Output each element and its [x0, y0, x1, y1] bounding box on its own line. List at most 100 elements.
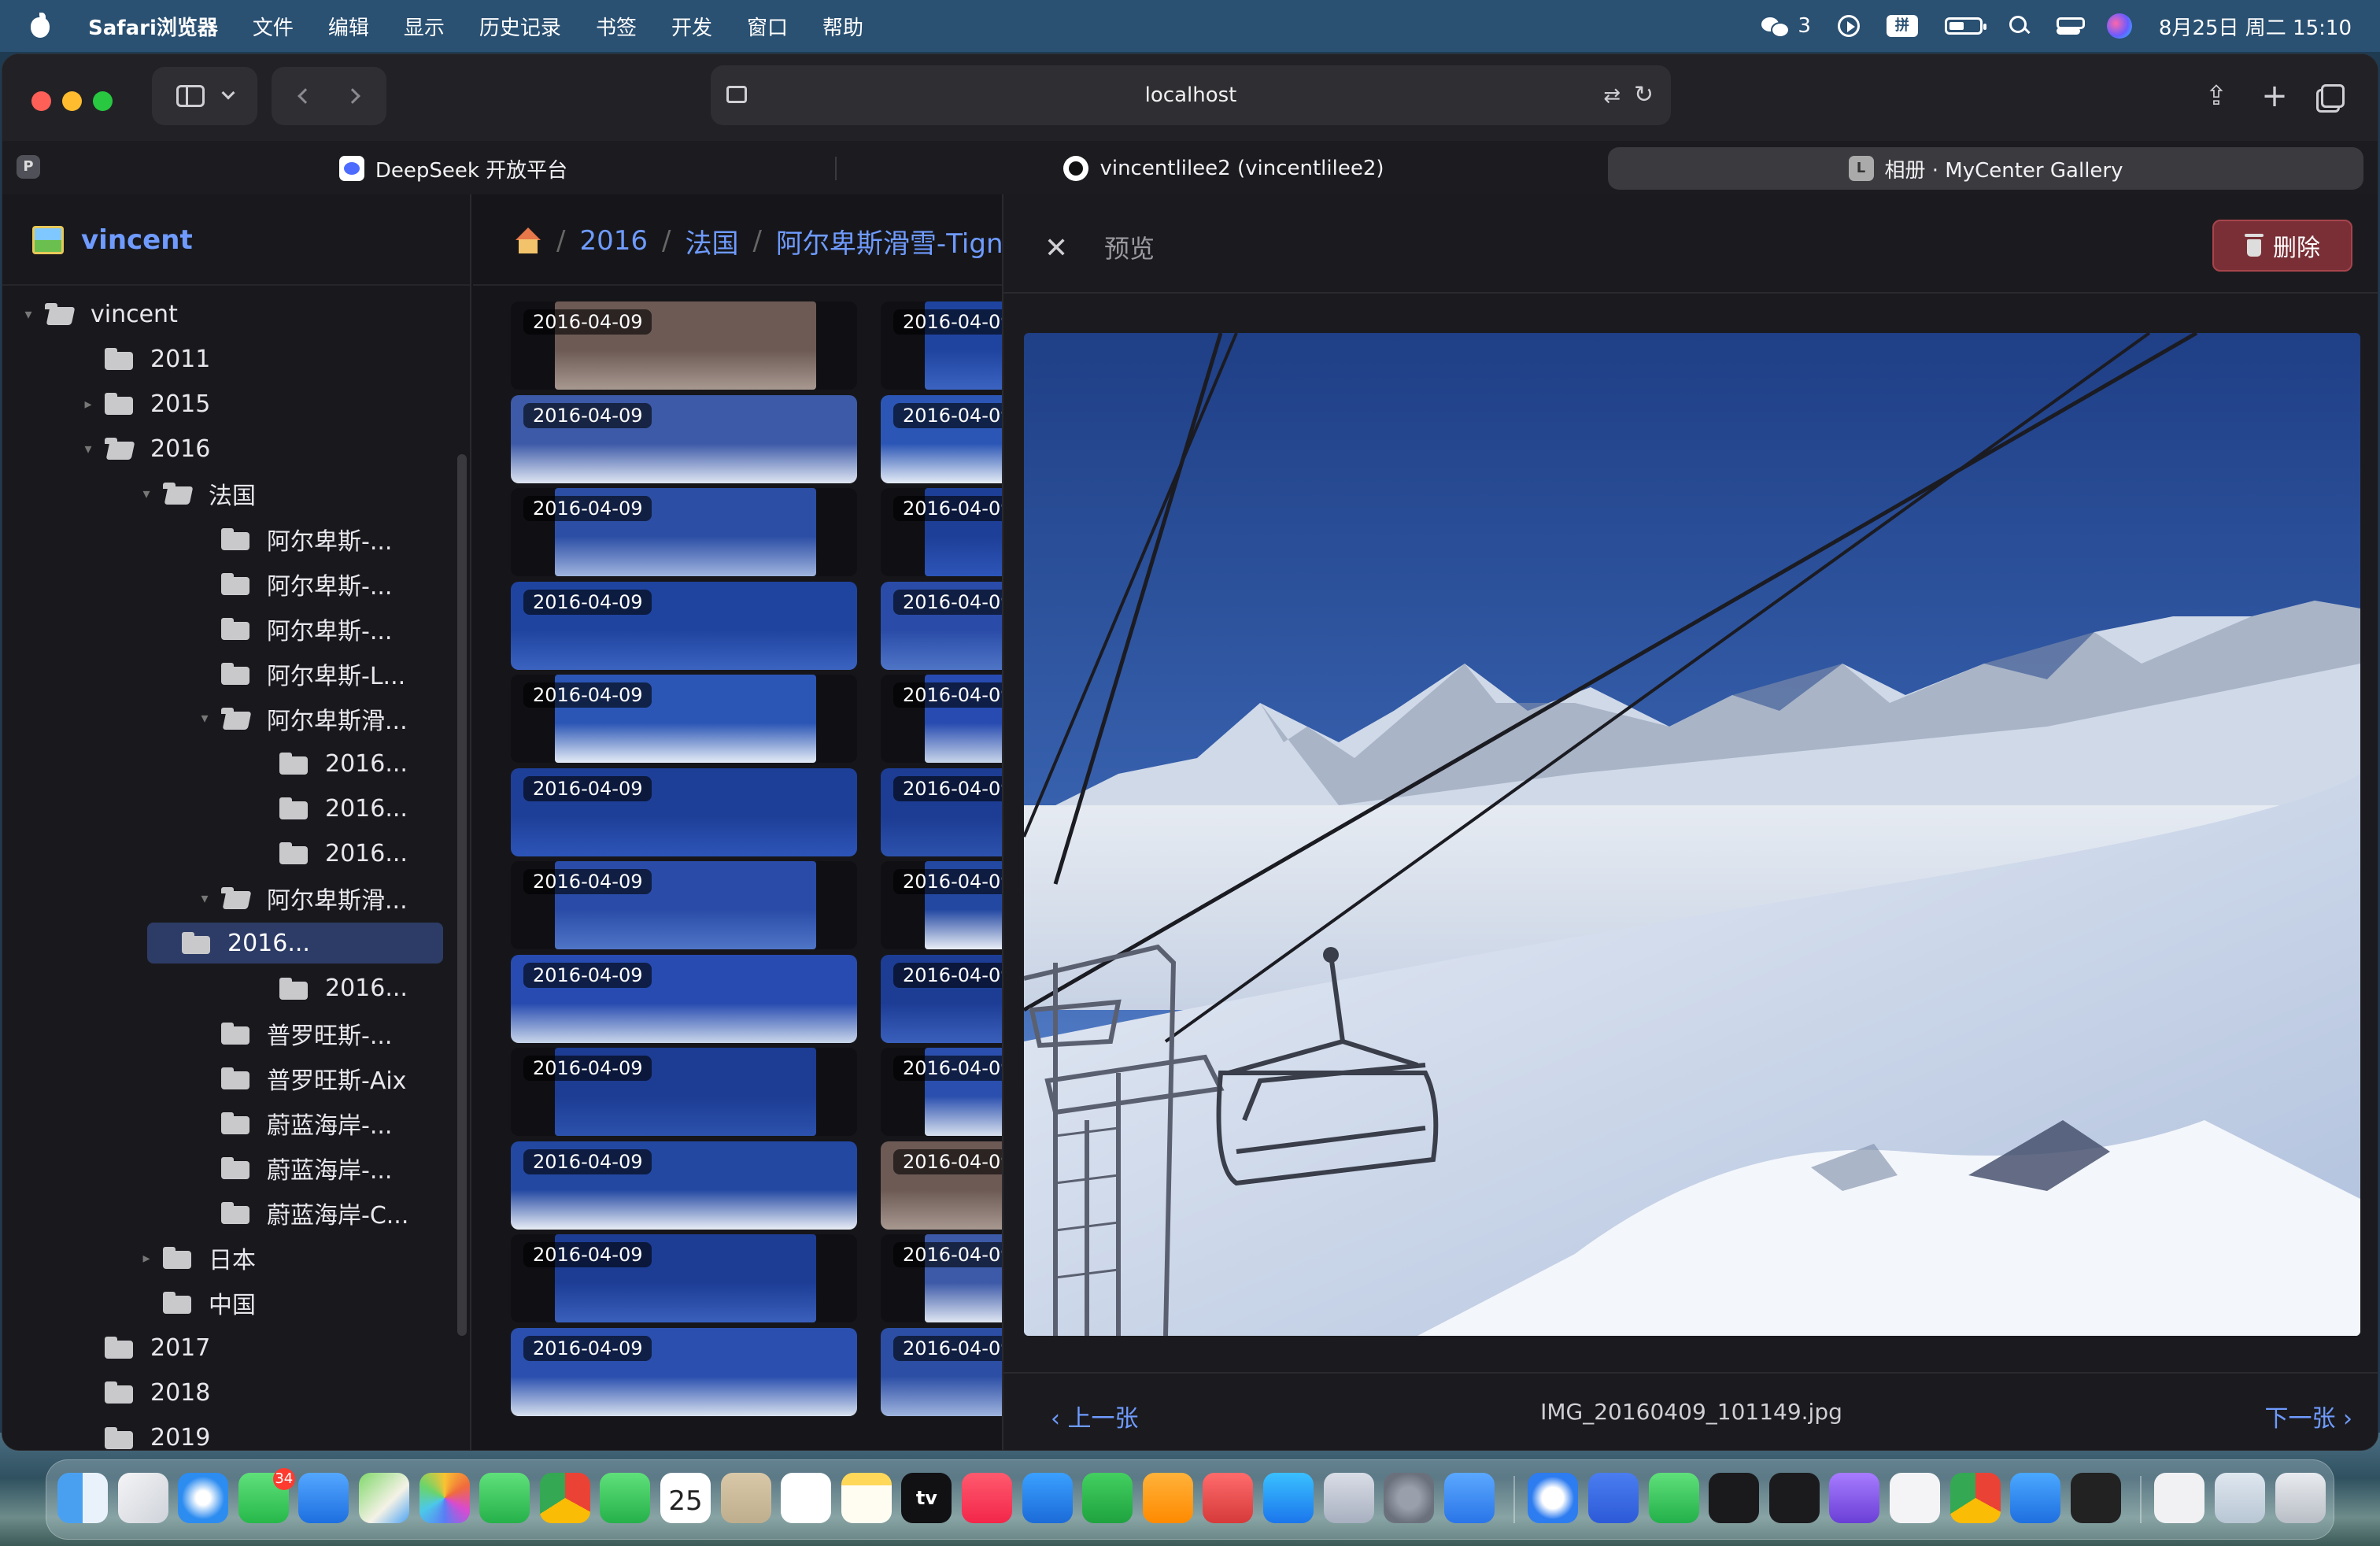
expand-arrow-icon[interactable]: ▾	[23, 306, 34, 323]
music-icon[interactable]	[962, 1473, 1012, 1523]
tab-deepseek[interactable]: DeepSeek 开放平台	[72, 147, 835, 190]
photo-thumbnail[interactable]: 2016-04-09	[511, 394, 857, 483]
battery-icon[interactable]	[1944, 17, 1986, 35]
photo-thumbnail[interactable]: 2016-04-09	[511, 301, 857, 390]
apple-tv-icon[interactable]: tv	[901, 1473, 952, 1523]
photo-thumbnail[interactable]: 2016-04-09	[881, 767, 1002, 856]
reminders-icon[interactable]	[781, 1473, 832, 1523]
menu-app-name[interactable]: Safari浏览器	[88, 12, 218, 41]
photo-thumbnail[interactable]: 2016-04-09	[881, 675, 1002, 763]
photo-thumbnail[interactable]: 2016-04-09	[511, 488, 857, 576]
finder-icon[interactable]	[57, 1473, 108, 1523]
tree-node[interactable]: ▾ vincent	[23, 294, 177, 335]
document-icon[interactable]	[2154, 1473, 2205, 1523]
contacts-icon[interactable]	[720, 1473, 771, 1523]
expand-arrow-icon[interactable]: ▾	[83, 441, 94, 457]
minimize-window-button[interactable]	[62, 91, 82, 111]
tree-node[interactable]: 阿尔卑斯-...	[199, 608, 392, 649]
menu-history[interactable]: 历史记录	[479, 12, 561, 41]
breadcrumb-item-album[interactable]: 阿尔卑斯滑雪-Tign	[776, 222, 1003, 261]
reload-icon[interactable]: ↻	[1634, 81, 1654, 109]
breadcrumb-item-country[interactable]: 法国	[685, 222, 738, 261]
finder-disk-icon[interactable]	[1588, 1473, 1639, 1523]
tree-node[interactable]: 2018	[83, 1372, 210, 1413]
safari-icon[interactable]	[178, 1473, 229, 1523]
tree-node[interactable]: ▾ 法国	[141, 473, 256, 514]
chrome-alt-icon[interactable]	[1949, 1473, 2001, 1523]
facetime-icon[interactable]	[479, 1473, 530, 1523]
pages-icon[interactable]	[1142, 1473, 1193, 1523]
siri-icon[interactable]	[2106, 13, 2132, 39]
tab-github[interactable]: vincentlilee2 (vincentlilee2)	[838, 147, 1609, 190]
xcode-icon[interactable]	[2010, 1473, 2061, 1523]
photo-thumbnail[interactable]: 2016-04-09	[881, 1141, 1002, 1230]
page-menu-icon[interactable]	[726, 86, 747, 103]
tree-node[interactable]: ▾ 阿尔卑斯滑...	[199, 878, 408, 919]
menu-window[interactable]: 窗口	[747, 12, 788, 41]
play-icon[interactable]	[1837, 15, 1860, 37]
sidebar-scrollbar[interactable]	[457, 454, 467, 1336]
photo-thumbnail[interactable]: 2016-04-09	[881, 861, 1002, 949]
tree-node[interactable]: 普罗旺斯-Aix	[199, 1058, 406, 1099]
photo-thumbnail[interactable]: 2016-04-09	[511, 1141, 857, 1230]
brand[interactable]: vincent	[32, 224, 193, 256]
photo-thumbnail[interactable]: 2016-04-09	[881, 1327, 1002, 1416]
photo-thumbnail[interactable]: 2016-04-09	[881, 488, 1002, 576]
collapse-arrow-icon[interactable]: ▸	[83, 396, 94, 412]
home-icon[interactable]	[514, 227, 542, 254]
expand-arrow-icon[interactable]: ▾	[199, 890, 210, 907]
photo-thumbnail[interactable]: 2016-04-09	[881, 581, 1002, 670]
tree-node[interactable]: 普罗旺斯-...	[199, 1013, 392, 1054]
menu-file[interactable]: 文件	[253, 12, 294, 41]
obsidian-icon[interactable]	[1829, 1473, 1880, 1523]
text-editor-icon[interactable]	[1890, 1473, 1940, 1523]
photo-thumbnail[interactable]: 2016-04-09	[881, 1234, 1002, 1322]
wechat-icon[interactable]	[1648, 1473, 1699, 1523]
photos-icon[interactable]	[419, 1473, 470, 1523]
expand-arrow-icon[interactable]: ▾	[199, 710, 210, 727]
notes-icon[interactable]	[841, 1473, 892, 1523]
next-photo-button[interactable]: 下一张 ›	[2264, 1399, 2352, 1433]
messages-icon[interactable]: 34	[238, 1468, 295, 1523]
activity-monitor-icon[interactable]	[1709, 1473, 1760, 1523]
wechat-status[interactable]: 3	[1761, 14, 1811, 38]
notifications-icon[interactable]	[1443, 1473, 1495, 1523]
delete-button[interactable]: 删除	[2212, 220, 2352, 272]
sidebar-toggle-button[interactable]	[152, 67, 257, 125]
photo-thumbnail[interactable]: 2016-04-09	[881, 394, 1002, 483]
tree-node[interactable]: ▸ 日本	[141, 1237, 256, 1278]
menu-clock[interactable]: 8月25日 周二 15:10	[2159, 12, 2352, 41]
tree-node[interactable]: 2011	[83, 338, 210, 379]
menu-help[interactable]: 帮助	[822, 12, 863, 41]
share-button[interactable]: ⇪	[2193, 67, 2239, 125]
back-icon[interactable]	[298, 88, 313, 104]
launchpad-icon[interactable]	[117, 1473, 168, 1523]
system-settings-icon[interactable]	[1384, 1473, 1435, 1523]
tree-node[interactable]: ▾ 阿尔卑斯滑...	[199, 698, 408, 739]
iphone-mirroring-icon[interactable]	[1323, 1473, 1374, 1523]
chrome-icon[interactable]	[539, 1473, 590, 1523]
photo-thumbnail[interactable]: 2016-04-09	[511, 581, 857, 670]
apple-menu-icon[interactable]	[28, 13, 52, 39]
collapse-arrow-icon[interactable]: ▸	[141, 1250, 152, 1267]
translate-icon[interactable]: ⇄	[1603, 84, 1621, 108]
tree-node[interactable]: ▾ 2016	[83, 428, 210, 469]
cursor-app-icon[interactable]	[2070, 1473, 2121, 1523]
photo-thumbnail[interactable]: 2016-04-09	[511, 861, 857, 949]
numbers-icon[interactable]	[1082, 1473, 1133, 1523]
menu-bookmarks[interactable]: 书签	[596, 12, 637, 41]
qq-browser-icon[interactable]	[1528, 1473, 1579, 1523]
menu-view[interactable]: 显示	[404, 12, 445, 41]
keynote-icon[interactable]	[1022, 1473, 1073, 1523]
tree-node[interactable]: 2016...	[147, 923, 443, 964]
tree-node[interactable]: 蔚蓝海岸-...	[199, 1148, 392, 1189]
tab-gallery[interactable]: L 相册 · MyCenter Gallery	[1608, 147, 2363, 190]
breadcrumb-item-year[interactable]: 2016	[579, 225, 648, 257]
address-bar[interactable]: localhost ⇄ ↻	[711, 65, 1671, 125]
spotlight-search-icon[interactable]	[2009, 16, 2030, 36]
tree-node[interactable]: 2016...	[257, 788, 408, 829]
new-tab-button[interactable]: +	[2252, 67, 2297, 125]
close-icon[interactable]: ✕	[1044, 232, 1068, 264]
tree-node[interactable]: 阿尔卑斯-...	[199, 564, 392, 605]
tree-node[interactable]: ▸ 2015	[83, 383, 210, 424]
